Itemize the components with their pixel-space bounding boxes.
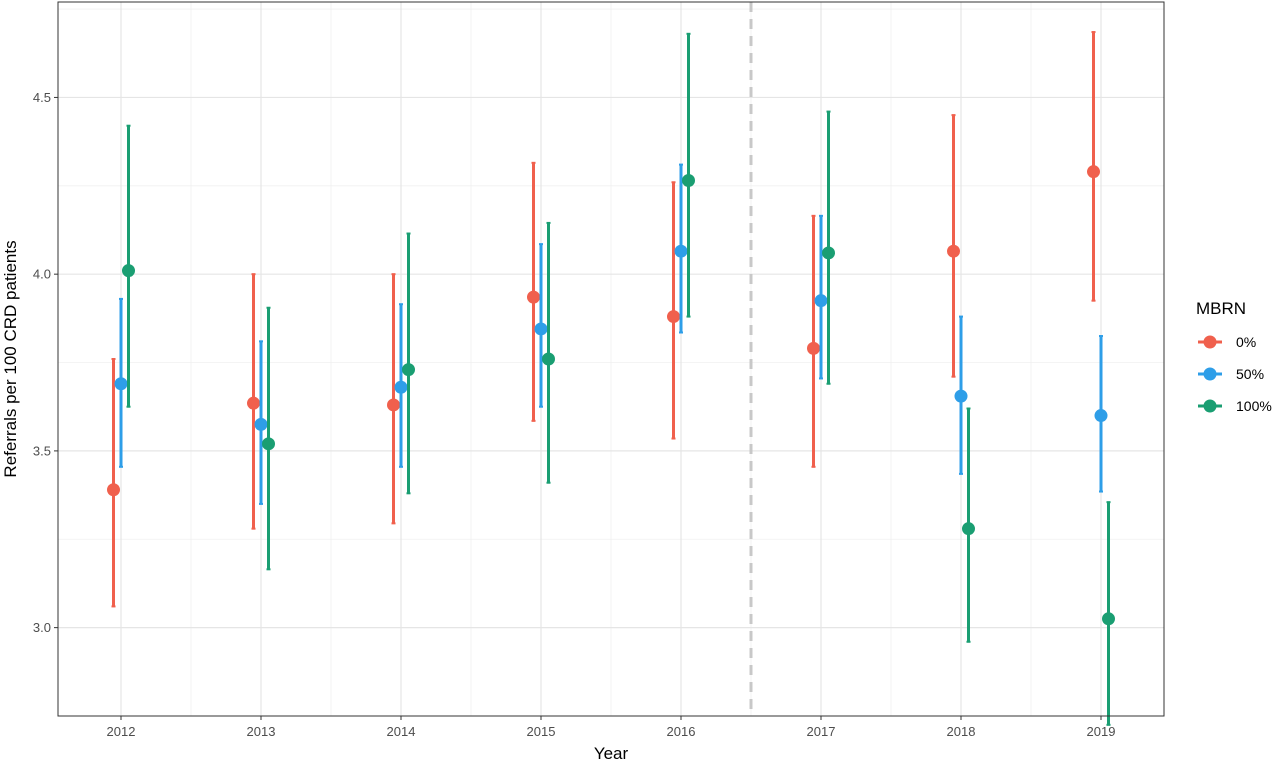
data-point [254,417,268,431]
data-point [247,396,260,410]
data-point [262,437,275,451]
data-point [682,174,695,187]
data-point [822,246,835,260]
x-tick-label: 2015 [527,724,556,739]
x-tick-label: 2014 [387,724,416,739]
data-point [534,322,548,336]
data-point [947,244,960,258]
x-tick-label: 2013 [247,724,276,739]
y-tick-label: 3.0 [33,620,51,635]
data-point [122,264,135,278]
y-tick-label: 3.5 [33,443,51,458]
data-point [667,310,680,324]
x-axis: 2012 2013 2014 2015 2016 2017 2018 2019 [107,716,1116,739]
y-tick-label: 4.5 [33,90,51,105]
x-axis-title: Year [594,744,629,763]
data-point [807,341,820,355]
data-point [387,398,400,412]
y-tick-label: 4.0 [33,267,51,282]
legend-key-point [1203,399,1217,413]
data-point [962,522,975,536]
legend: MBRN 0% 50% 100% [1196,299,1272,414]
data-point [1087,165,1100,179]
data-point [527,290,540,304]
data-point [1094,409,1108,423]
data-point [542,352,555,366]
legend-key-point [1203,335,1217,349]
data-point [1102,612,1115,626]
y-axis: 3.0 3.5 4.0 4.5 [33,90,58,635]
x-tick-label: 2016 [667,724,696,739]
data-point [114,377,128,391]
data-point [394,380,408,394]
legend-label: 50% [1236,366,1264,382]
x-tick-label: 2018 [947,724,976,739]
data-point [814,294,828,308]
x-tick-label: 2012 [107,724,136,739]
legend-title: MBRN [1196,299,1246,318]
legend-label: 100% [1236,398,1272,414]
data-point [402,363,415,377]
x-tick-label: 2019 [1087,724,1116,739]
chart-svg: 3.03.54.04.5 2012 2013 2014 2015 2016 2017 201… [1,1,1272,763]
legend-label: 0% [1236,334,1256,350]
y-axis-title: Referrals per 100 CRD patients [1,240,20,477]
data-point [954,389,968,403]
data-point [107,483,120,497]
x-tick-label: 2017 [807,724,836,739]
data-point [674,244,688,258]
legend-key-point [1203,367,1217,381]
